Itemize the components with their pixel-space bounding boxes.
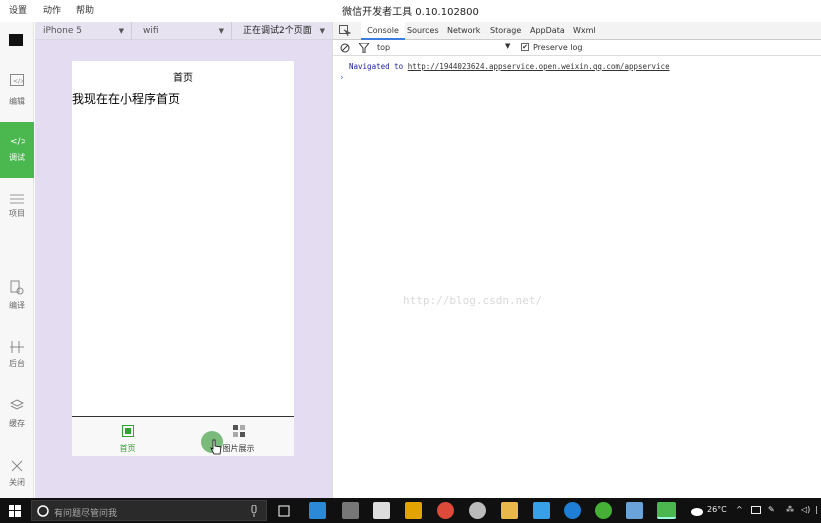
wifi-icon[interactable]: ⁂ — [786, 505, 794, 514]
debug-pages-value: 正在调试2个页面 — [243, 26, 312, 36]
tab-label: 首页 — [119, 444, 136, 453]
log-prefix: Navigated to — [349, 62, 404, 71]
devtools-panel: Console Sources Network Storage AppData … — [332, 22, 821, 498]
tab-bar: 首页 图片展示 — [72, 416, 294, 456]
debug-pages-select[interactable]: 正在调试2个页面 ▼ — [235, 22, 332, 40]
app-store-icon[interactable] — [309, 502, 326, 519]
console-filter-bar: top ▼ ✔ Preserve log — [333, 40, 821, 56]
chevron-up-icon[interactable]: ^ — [736, 505, 743, 514]
devtools-tabs: Console Sources Network Storage AppData … — [333, 22, 821, 40]
volume-icon[interactable]: ◁) — [801, 505, 810, 514]
task-view-icon[interactable] — [277, 505, 291, 517]
svg-text:</>: </> — [13, 78, 24, 85]
camera-icon[interactable] — [373, 502, 390, 519]
notes-icon[interactable] — [626, 502, 643, 519]
tab-console[interactable]: Console — [361, 22, 405, 40]
sidebar-item-label: 调试 — [9, 153, 25, 162]
sidebar-item-label: 项目 — [9, 209, 25, 218]
microphone-icon[interactable] — [250, 505, 258, 517]
sidebar-item-label: 缓存 — [9, 419, 25, 428]
people-icon[interactable] — [469, 502, 486, 519]
device-select[interactable]: iPhone 5 ▼ — [35, 22, 132, 40]
sidebar-item-label: 编译 — [9, 301, 25, 310]
console-prompt[interactable]: › — [340, 73, 344, 83]
wechat-devtools-icon[interactable] — [657, 502, 676, 519]
tab-appdata[interactable]: AppData — [530, 22, 565, 40]
sidebar-item-cache[interactable]: 缓存 — [0, 396, 34, 452]
taskbar: 有问题尽管问我 26°C ^ ✎ ⁂ ◁) | — [0, 498, 821, 523]
sidebar-item-project[interactable]: 项目 — [0, 186, 34, 242]
file-explorer-icon[interactable] — [501, 502, 518, 519]
notification-icon[interactable]: | — [815, 505, 818, 514]
sidebar-item-debug[interactable]: </> 调试 — [0, 122, 34, 178]
sidebar: </> 编辑 </> 调试 项目 编译 后台 缓存 关闭 — [0, 22, 34, 498]
sidebar-item-label: 编辑 — [9, 97, 25, 106]
chevron-down-icon: ▼ — [118, 27, 124, 35]
menu-lines-icon — [10, 194, 24, 204]
network-select-value: wifi — [143, 26, 159, 36]
preserve-log-label: Preserve log — [533, 43, 583, 52]
wechat-icon[interactable] — [595, 502, 612, 519]
debug-code-icon: </> — [10, 137, 25, 146]
background-icon — [10, 341, 24, 353]
sidebar-item-label: 关闭 — [9, 478, 25, 487]
word-app-icon[interactable] — [533, 502, 550, 519]
chevron-down-icon: ▼ — [319, 27, 325, 35]
windows-start-icon[interactable] — [9, 505, 21, 517]
sidebar-item-background[interactable]: 后台 — [0, 338, 34, 394]
sidebar-item-avatar[interactable] — [0, 22, 34, 58]
svg-text:</>: </> — [10, 137, 25, 146]
calculator-icon[interactable] — [342, 502, 359, 519]
home-tab-icon — [122, 425, 134, 437]
close-icon — [11, 460, 23, 472]
log-url-link[interactable]: http://1944023624.appservice.open.weixin… — [408, 62, 670, 71]
weather-cloud-icon — [691, 508, 703, 516]
search-placeholder: 有问题尽管问我 — [54, 509, 118, 519]
tab-sources[interactable]: Sources — [407, 22, 439, 40]
sidebar-item-compile[interactable]: 编译 — [0, 278, 34, 334]
tab-home[interactable]: 首页 — [72, 417, 183, 457]
device-select-value: iPhone 5 — [43, 26, 82, 36]
tab-network[interactable]: Network — [447, 22, 480, 40]
network-select[interactable]: wifi ▼ — [135, 22, 232, 40]
taskbar-search[interactable]: 有问题尽管问我 — [31, 500, 267, 521]
avatar-icon — [9, 34, 23, 46]
preserve-log-checkbox[interactable]: ✔ — [521, 43, 529, 51]
console-log-line: Navigated to http://1944023624.appservic… — [349, 62, 670, 71]
tab-wxml[interactable]: Wxml — [573, 22, 596, 40]
title-bar: 设置 动作 帮助 微信开发者工具 0.10.102800 — [0, 0, 821, 18]
console-output: Navigated to http://1944023624.appservic… — [333, 56, 821, 498]
weather-temp: 26°C — [707, 505, 727, 514]
tab-label: 图片展示 — [222, 444, 255, 453]
page-text: 我现在在小程序首页 — [72, 92, 181, 106]
watermark: http://blog.csdn.net/ — [403, 294, 543, 307]
k-app-icon[interactable] — [564, 502, 581, 519]
sidebar-item-edit[interactable]: </> 编辑 — [0, 66, 34, 122]
page-title: 首页 — [173, 73, 193, 84]
chevron-down-icon: ▼ — [218, 27, 224, 35]
chevron-down-icon[interactable]: ▼ — [505, 42, 510, 50]
fireworks-icon[interactable] — [405, 502, 422, 519]
tab-images[interactable]: 图片展示 — [183, 417, 294, 457]
inspect-icon[interactable] — [339, 25, 351, 37]
phone-screen: 首页 我现在在小程序首页 首页 图片展示 — [72, 61, 294, 456]
hand-cursor-icon — [210, 439, 222, 455]
cortana-icon — [37, 505, 49, 517]
device-toolbar: iPhone 5 ▼ wifi ▼ 正在调试2个页面 ▼ — [35, 22, 332, 40]
context-select[interactable]: top — [377, 43, 390, 52]
tab-storage[interactable]: Storage — [490, 22, 521, 40]
compile-icon — [10, 280, 24, 295]
grid-tab-icon — [233, 425, 245, 437]
chrome-icon[interactable] — [437, 502, 454, 519]
pen-icon[interactable]: ✎ — [768, 505, 775, 514]
sidebar-item-label: 后台 — [9, 359, 25, 368]
code-file-icon: </> — [10, 74, 24, 86]
network-icon[interactable] — [751, 506, 763, 516]
clear-console-icon[interactable] — [340, 43, 350, 53]
layers-icon — [10, 399, 24, 410]
app-title: 微信开发者工具 0.10.102800 — [342, 7, 479, 18]
filter-icon[interactable] — [359, 43, 369, 53]
